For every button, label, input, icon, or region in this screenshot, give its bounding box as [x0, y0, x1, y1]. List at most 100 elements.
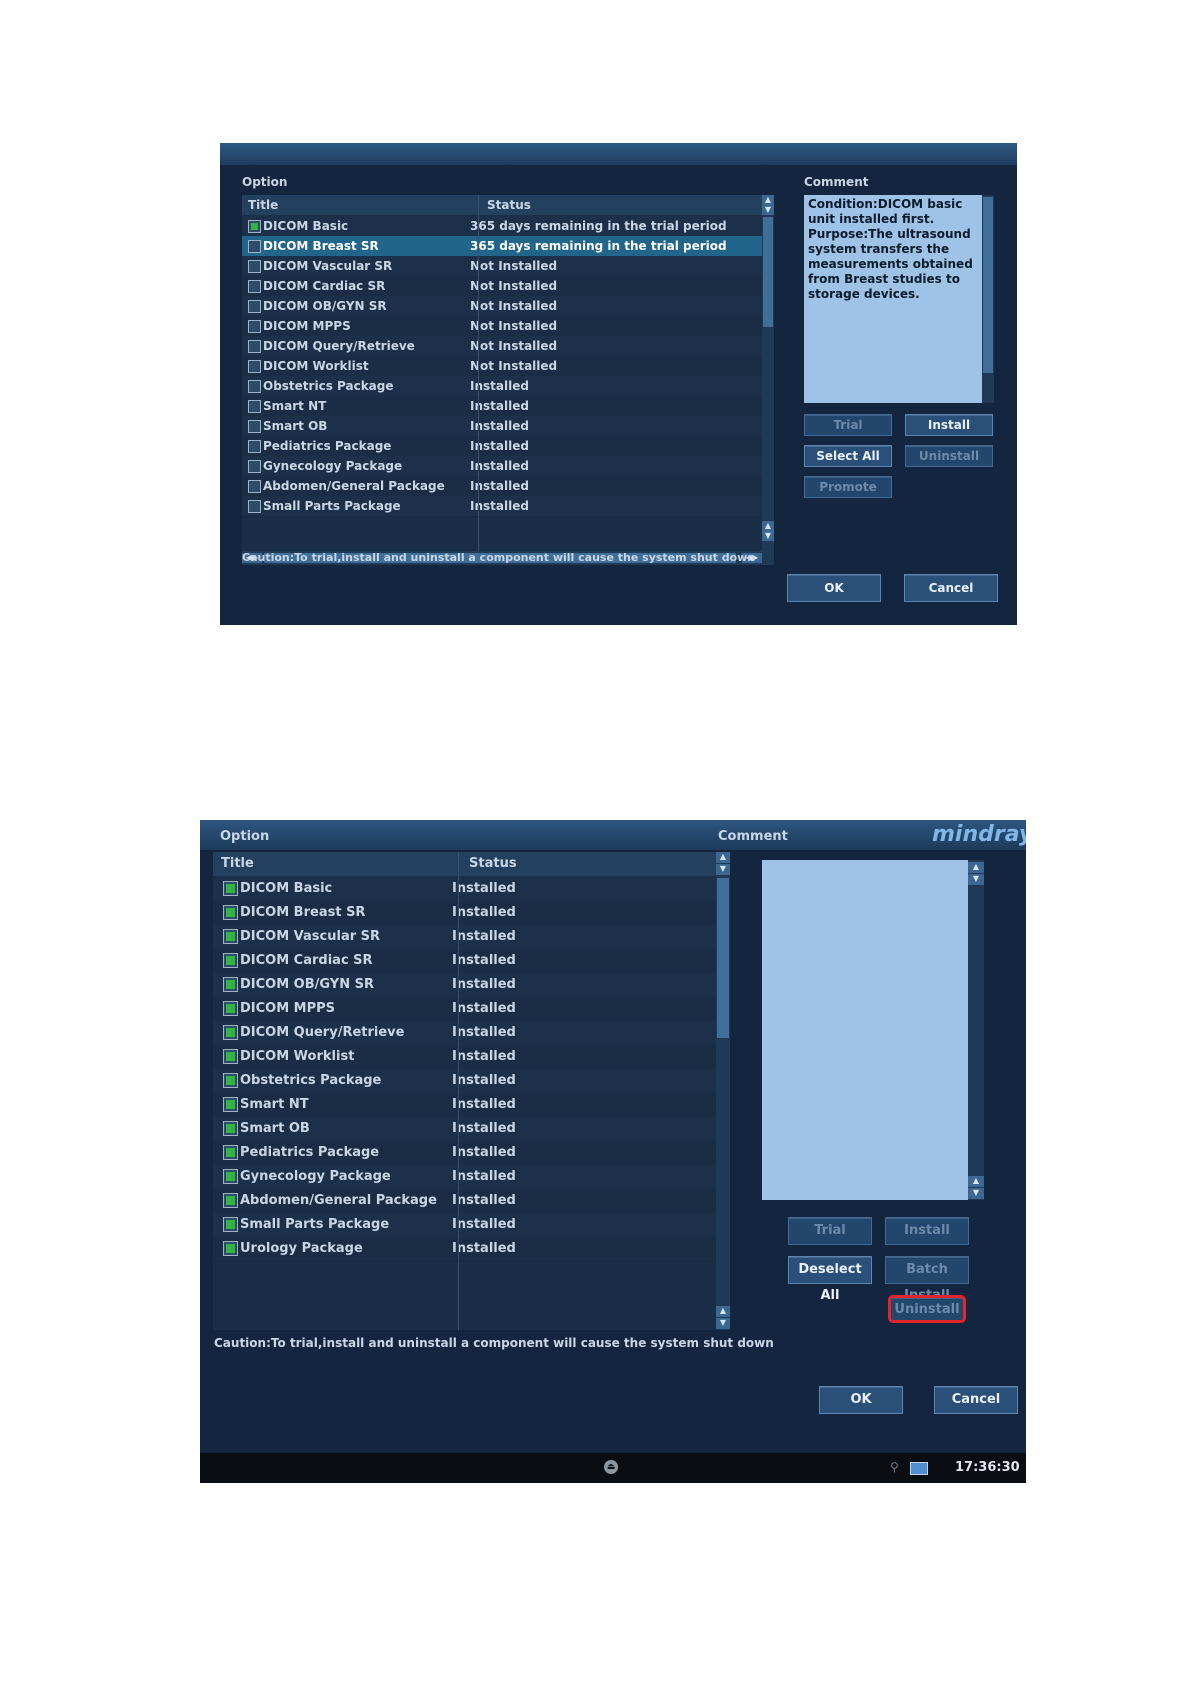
- table-row[interactable]: Urology Package Installed: [213, 1237, 716, 1262]
- checkbox-icon[interactable]: [223, 1217, 238, 1232]
- checkbox-icon[interactable]: [223, 1073, 238, 1088]
- scroll-down-icon[interactable]: ▼: [968, 1188, 984, 1199]
- checkbox-icon[interactable]: [223, 929, 238, 944]
- checkbox-icon[interactable]: [248, 400, 261, 413]
- scroll-up-icon[interactable]: ▲: [968, 1176, 984, 1187]
- scroll-up-icon[interactable]: ▲: [762, 195, 774, 205]
- scroll-up-icon[interactable]: ▲: [716, 852, 730, 863]
- table-row[interactable]: Smart NT Installed: [213, 1093, 716, 1118]
- scrollbar-thumb[interactable]: [983, 197, 993, 373]
- checkbox-icon[interactable]: [248, 240, 261, 253]
- scroll-down-icon[interactable]: ▼: [762, 205, 774, 215]
- checkbox-icon[interactable]: [248, 260, 261, 273]
- table-row[interactable]: Smart OB Installed: [213, 1117, 716, 1142]
- checkbox-icon[interactable]: [223, 1121, 238, 1136]
- trial-button[interactable]: Trial: [804, 414, 892, 436]
- checkbox-icon[interactable]: [248, 460, 261, 473]
- promote-button[interactable]: Promote: [804, 476, 892, 498]
- table-row[interactable]: DICOM Vascular SR Not Installed: [242, 256, 762, 277]
- scroll-up-icon[interactable]: ▲: [762, 521, 774, 531]
- scroll-down-icon[interactable]: ▼: [762, 531, 774, 541]
- table-row[interactable]: Pediatrics Package Installed: [242, 436, 762, 457]
- table-row[interactable]: DICOM Basic 365 days remaining in the tri…: [242, 216, 762, 237]
- table-row[interactable]: DICOM Cardiac SR Not Installed: [242, 276, 762, 297]
- install-button[interactable]: Install: [905, 414, 993, 436]
- trial-button[interactable]: Trial: [788, 1217, 872, 1245]
- table-row[interactable]: Smart OB Installed: [242, 416, 762, 437]
- table-row[interactable]: DICOM Cardiac SR Installed: [213, 949, 716, 974]
- checkbox-icon[interactable]: [223, 1025, 238, 1040]
- eject-icon[interactable]: ⏏: [604, 1460, 618, 1474]
- table-row[interactable]: DICOM Vascular SR Installed: [213, 925, 716, 950]
- vertical-scrollbar[interactable]: ▲ ▼ ▲ ▼: [762, 195, 774, 551]
- table-row[interactable]: Obstetrics Package Installed: [213, 1069, 716, 1094]
- column-title-header[interactable]: Title: [248, 195, 278, 215]
- uninstall-button[interactable]: Uninstall: [888, 1295, 966, 1323]
- checkbox-icon[interactable]: [223, 1193, 238, 1208]
- table-row[interactable]: Gynecology Package Installed: [213, 1165, 716, 1190]
- table-row[interactable]: Obstetrics Package Installed: [242, 376, 762, 397]
- scroll-down-icon[interactable]: ▼: [968, 874, 984, 885]
- scrollbar-thumb[interactable]: [717, 878, 729, 1038]
- table-row[interactable]: DICOM OB/GYN SR Not Installed: [242, 296, 762, 317]
- monitor-icon[interactable]: [910, 1462, 928, 1475]
- uninstall-button[interactable]: Uninstall: [905, 445, 993, 467]
- checkbox-icon[interactable]: [248, 480, 261, 493]
- vertical-scrollbar[interactable]: ▲ ▼ ▲ ▼: [716, 852, 730, 1330]
- scroll-up-icon[interactable]: ▲: [716, 1306, 730, 1317]
- deselect-all-button[interactable]: Deselect All: [788, 1256, 872, 1303]
- batch-install-button[interactable]: Batch Install: [885, 1256, 969, 1303]
- checkbox-icon[interactable]: [223, 1097, 238, 1112]
- install-button[interactable]: Install: [885, 1217, 969, 1245]
- scroll-up-icon[interactable]: ▲: [968, 862, 984, 873]
- checkbox-icon[interactable]: [248, 320, 261, 333]
- scroll-down-icon[interactable]: ▼: [716, 1318, 730, 1329]
- table-row[interactable]: DICOM Basic Installed: [213, 877, 716, 902]
- table-row[interactable]: Abdomen/General Package Installed: [242, 476, 762, 497]
- table-row[interactable]: Small Parts Package Installed: [213, 1213, 716, 1238]
- checkbox-icon[interactable]: [223, 977, 238, 992]
- select-all-button[interactable]: Select All: [804, 445, 892, 467]
- table-row[interactable]: Abdomen/General Package Installed: [213, 1189, 716, 1214]
- checkbox-icon[interactable]: [248, 440, 261, 453]
- table-row[interactable]: DICOM Query/Retrieve Installed: [213, 1021, 716, 1046]
- checkbox-icon[interactable]: [248, 420, 261, 433]
- checkbox-icon[interactable]: [248, 380, 261, 393]
- table-row[interactable]: Small Parts Package Installed: [242, 496, 762, 517]
- table-row[interactable]: DICOM Breast SR 365 days remaining in the…: [242, 236, 762, 257]
- checkbox-icon[interactable]: [248, 300, 261, 313]
- checkbox-icon[interactable]: [248, 340, 261, 353]
- checkbox-icon[interactable]: [248, 360, 261, 373]
- column-title-header[interactable]: Title: [221, 852, 254, 876]
- table-row[interactable]: DICOM MPPS Not Installed: [242, 316, 762, 337]
- table-row[interactable]: DICOM OB/GYN SR Installed: [213, 973, 716, 998]
- table-row[interactable]: DICOM MPPS Installed: [213, 997, 716, 1022]
- checkbox-icon[interactable]: [223, 1145, 238, 1160]
- ok-button[interactable]: OK: [819, 1386, 903, 1414]
- checkbox-icon[interactable]: [248, 500, 261, 513]
- option-table[interactable]: Title Status DICOM Basic 365 days remaini…: [242, 195, 774, 565]
- checkbox-icon[interactable]: [223, 953, 238, 968]
- column-status-header[interactable]: Status: [469, 852, 517, 876]
- table-row[interactable]: DICOM Worklist Not Installed: [242, 356, 762, 377]
- column-status-header[interactable]: Status: [487, 195, 531, 215]
- checkbox-icon[interactable]: [223, 905, 238, 920]
- scroll-down-icon[interactable]: ▼: [716, 864, 730, 875]
- table-row[interactable]: Gynecology Package Installed: [242, 456, 762, 477]
- table-row[interactable]: Pediatrics Package Installed: [213, 1141, 716, 1166]
- checkbox-icon[interactable]: [223, 1241, 238, 1256]
- table-row[interactable]: DICOM Breast SR Installed: [213, 901, 716, 926]
- scrollbar-thumb[interactable]: [763, 217, 773, 327]
- checkbox-icon[interactable]: [223, 1049, 238, 1064]
- network-icon[interactable]: ⚲: [890, 1460, 904, 1474]
- comment-scrollbar[interactable]: ▲ ▼ ▲ ▼: [968, 860, 984, 1200]
- table-row[interactable]: Smart NT Installed: [242, 396, 762, 417]
- table-row[interactable]: DICOM Worklist Installed: [213, 1045, 716, 1070]
- ok-button[interactable]: OK: [787, 574, 881, 602]
- checkbox-icon[interactable]: [223, 1001, 238, 1016]
- checkbox-icon[interactable]: [223, 881, 238, 896]
- checkbox-icon[interactable]: [223, 1169, 238, 1184]
- table-row[interactable]: DICOM Query/Retrieve Not Installed: [242, 336, 762, 357]
- comment-scrollbar[interactable]: [982, 195, 994, 403]
- checkbox-icon[interactable]: [248, 220, 261, 233]
